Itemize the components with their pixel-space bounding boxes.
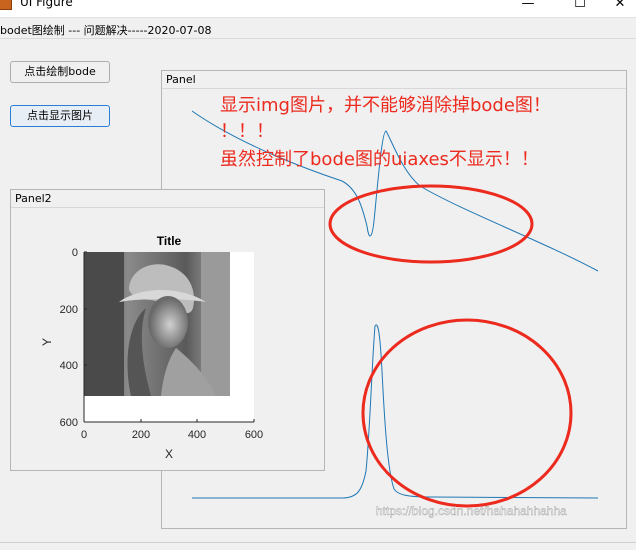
window-title: UI Figure — [20, 0, 73, 9]
minimize-button[interactable]: — — [508, 0, 548, 12]
header-label: bodet图绘制 --- 问题解决-----2020-07-08 — [0, 24, 212, 37]
xtick-label: 400 — [188, 429, 206, 441]
panel2: Panel2 Title 0 200 400 600 0 200 400 600… — [10, 189, 325, 471]
axes-title: Title — [157, 234, 182, 248]
annotation-line-3: 虽然控制了bode图的uiaxes不显示！！ — [220, 149, 539, 170]
close-button[interactable]: ✕ — [600, 0, 636, 12]
annotation-line-1: 显示img图片，并不能够消除掉bode图！ — [220, 95, 551, 116]
annotation-line-2: ！！！ — [220, 121, 274, 142]
watermark: https://blog.csdn.net/hahahahhahha — [376, 504, 567, 518]
image-axes: Title 0 200 400 600 0 200 400 600 X Y — [40, 234, 263, 461]
annotation-ellipse-top — [328, 184, 534, 264]
matlab-app-icon — [0, 0, 12, 10]
window-titlebar: UI Figure — ☐ ✕ — [0, 0, 636, 18]
lena-image — [84, 252, 230, 396]
header-row: bodet图绘制 --- 问题解决-----2020-07-08 — [0, 18, 636, 39]
ytick-label: 400 — [60, 360, 78, 372]
annotation-ellipse-bottom — [361, 318, 573, 508]
xtick-label: 600 — [245, 429, 263, 441]
xtick-label: 200 — [132, 429, 150, 441]
draw-bode-button[interactable]: 点击绘制bode — [10, 61, 110, 83]
ytick-label: 600 — [60, 417, 78, 429]
y-axis-label: Y — [40, 338, 54, 346]
x-axis-label: X — [165, 447, 173, 461]
ytick-label: 200 — [60, 304, 78, 316]
ytick-label: 0 — [72, 247, 78, 259]
xtick-label: 0 — [81, 429, 87, 441]
show-image-button[interactable]: 点击显示图片 — [10, 105, 110, 127]
maximize-button[interactable]: ☐ — [560, 0, 600, 12]
